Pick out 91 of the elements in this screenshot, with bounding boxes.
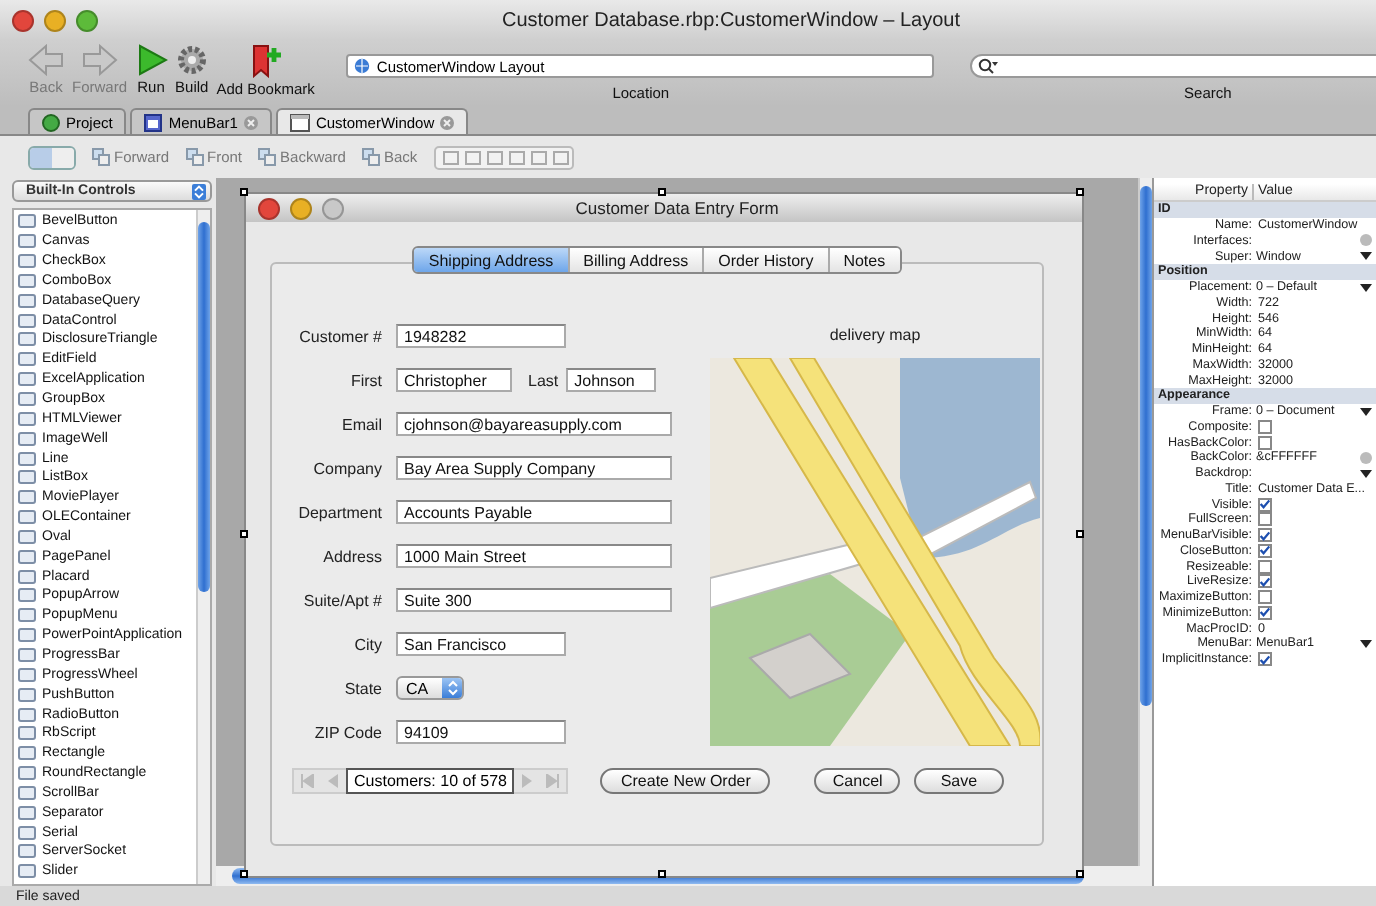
forward-arrow-icon bbox=[81, 44, 118, 76]
field-label: Suite/Apt # bbox=[301, 591, 382, 609]
dropdown-arrow-icon[interactable] bbox=[1360, 469, 1372, 478]
field-label: Customer # bbox=[297, 327, 382, 345]
dropdown-arrow-icon[interactable] bbox=[1360, 252, 1372, 261]
property-checkbox[interactable] bbox=[1258, 512, 1272, 527]
close-icon[interactable] bbox=[440, 115, 455, 129]
form-tab[interactable]: Billing Address bbox=[567, 248, 703, 272]
push-button[interactable]: Create New Order bbox=[600, 768, 771, 794]
resize-handle[interactable] bbox=[1076, 188, 1084, 196]
gear-icon bbox=[175, 44, 208, 76]
resize-handle[interactable] bbox=[658, 870, 666, 878]
record-counter: Customers: 10 of 578 bbox=[346, 768, 515, 794]
layer-icon bbox=[258, 148, 277, 166]
property-checkbox[interactable] bbox=[1258, 497, 1272, 512]
back-arrow-icon bbox=[28, 44, 64, 76]
resize-handle[interactable] bbox=[240, 188, 248, 196]
resize-handle[interactable] bbox=[1076, 529, 1084, 537]
field-label: ZIP Code bbox=[312, 723, 382, 741]
input-field[interactable]: 1948282 bbox=[396, 324, 566, 348]
project-icon bbox=[42, 113, 60, 131]
input-field[interactable]: cjohnson@bayareasupply.com bbox=[396, 412, 672, 436]
field-label: State bbox=[342, 679, 382, 697]
push-button[interactable]: Cancel bbox=[814, 768, 901, 794]
property-checkbox[interactable] bbox=[1258, 574, 1272, 589]
field-label: First bbox=[348, 371, 382, 389]
menu-bar-icon bbox=[144, 113, 163, 131]
popup-arrows-icon bbox=[192, 183, 206, 199]
first-arrow-icon bbox=[300, 774, 314, 788]
minimize-button[interactable] bbox=[290, 197, 312, 219]
layer-icon bbox=[185, 148, 204, 166]
window-title: Customer Database.rbp:CustomerWindow – Layout bbox=[500, 9, 962, 31]
bookmark-plus-icon bbox=[247, 44, 284, 78]
input-field[interactable]: Johnson bbox=[566, 368, 657, 392]
property-checkbox[interactable] bbox=[1258, 590, 1272, 605]
field-label: City bbox=[352, 635, 382, 653]
form-tab[interactable]: Notes bbox=[827, 248, 900, 272]
field-label: Company bbox=[311, 459, 382, 477]
input-field[interactable]: Accounts Payable bbox=[396, 500, 672, 524]
align-buttons-icon[interactable] bbox=[433, 145, 574, 169]
input-field[interactable]: San Francisco bbox=[396, 632, 566, 656]
picker-button-icon[interactable] bbox=[1360, 234, 1372, 247]
layer-icon bbox=[92, 148, 110, 166]
field-label: Email bbox=[339, 415, 382, 433]
state-popup[interactable]: CA bbox=[396, 676, 464, 700]
picker-button-icon[interactable] bbox=[1360, 451, 1372, 464]
input-field[interactable]: Suite 300 bbox=[396, 588, 672, 612]
minimize-button[interactable] bbox=[44, 9, 66, 31]
map-caption: delivery map bbox=[829, 324, 921, 348]
right-arrow-icon bbox=[522, 774, 533, 788]
play-icon bbox=[135, 44, 168, 76]
layer-icon bbox=[361, 148, 380, 166]
zoom-button[interactable] bbox=[322, 197, 344, 219]
form-tab[interactable]: Shipping Address bbox=[414, 248, 568, 272]
close-icon[interactable] bbox=[243, 115, 258, 129]
property-checkbox[interactable] bbox=[1258, 528, 1272, 543]
input-field[interactable]: 1000 Main Street bbox=[396, 544, 672, 568]
resize-handle[interactable] bbox=[240, 870, 248, 878]
field-label: Last bbox=[528, 371, 559, 389]
dropdown-arrow-icon[interactable] bbox=[1360, 283, 1372, 292]
close-button[interactable] bbox=[258, 197, 280, 219]
input-field[interactable]: Christopher bbox=[396, 368, 512, 392]
up-down-arrows-icon bbox=[447, 680, 457, 696]
dropdown-arrow-icon[interactable] bbox=[1360, 407, 1372, 416]
property-checkbox[interactable] bbox=[1258, 559, 1272, 574]
left-arrow-icon bbox=[328, 774, 338, 788]
zoom-button[interactable] bbox=[76, 9, 98, 31]
dropdown-arrow-icon[interactable] bbox=[1360, 639, 1372, 648]
search-icon bbox=[978, 58, 999, 74]
resize-handle[interactable] bbox=[240, 529, 248, 537]
property-checkbox[interactable] bbox=[1258, 543, 1272, 558]
view-mode-toggle[interactable] bbox=[28, 145, 76, 169]
form-tab[interactable]: Order History bbox=[702, 248, 828, 272]
input-field[interactable]: Bay Area Supply Company bbox=[396, 456, 672, 480]
resize-handle[interactable] bbox=[1076, 870, 1084, 878]
search-field[interactable] bbox=[970, 54, 1376, 78]
push-button[interactable]: Save bbox=[914, 768, 1004, 794]
last-arrow-icon bbox=[546, 774, 561, 788]
globe-icon bbox=[354, 58, 371, 74]
property-checkbox[interactable] bbox=[1258, 652, 1272, 667]
property-checkbox[interactable] bbox=[1258, 605, 1272, 620]
window-icon bbox=[289, 113, 310, 131]
view-mode-button[interactable] bbox=[52, 147, 74, 167]
field-label: Address bbox=[321, 547, 382, 565]
property-checkbox[interactable] bbox=[1258, 435, 1272, 450]
resize-handle[interactable] bbox=[658, 188, 666, 196]
field-label: Department bbox=[296, 503, 382, 521]
input-field[interactable]: 94109 bbox=[396, 720, 566, 744]
property-checkbox[interactable] bbox=[1258, 419, 1272, 434]
form-title: Customer Data Entry Form bbox=[573, 198, 781, 218]
close-button[interactable] bbox=[12, 9, 34, 31]
